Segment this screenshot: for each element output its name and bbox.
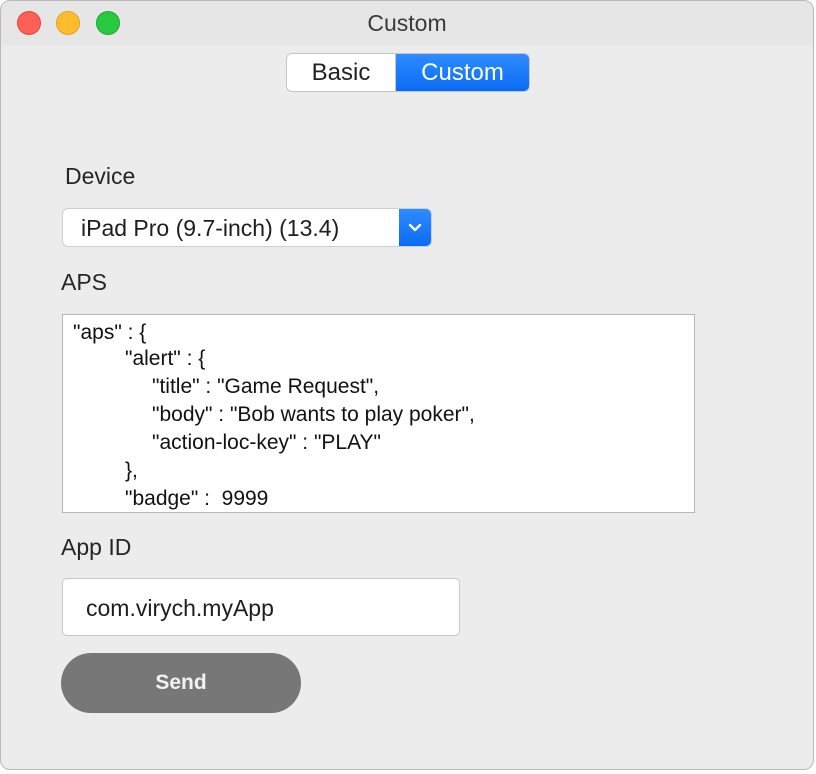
device-select[interactable]: iPad Pro (9.7-inch) (13.4) [62, 208, 432, 247]
device-label: Device [65, 163, 136, 189]
app-id-input[interactable]: com.virych.myApp [62, 578, 460, 636]
title-bar: Custom [1, 1, 813, 45]
aps-line: "title" : "Game Request", [152, 375, 380, 398]
aps-line: "alert" : { [125, 347, 206, 370]
aps-label: APS [61, 269, 108, 295]
window-title: Custom [367, 10, 447, 36]
app-window: Custom Basic Custom Device iPad Pro (9.7… [0, 0, 814, 770]
aps-line: "body" : "Bob wants to play poker", [152, 403, 475, 426]
send-button[interactable]: Send [61, 653, 301, 713]
aps-line: }, [125, 459, 138, 482]
chevron-down-icon [408, 223, 422, 231]
select-arrow-button[interactable] [399, 209, 431, 246]
aps-line: "badge" : 9999 [125, 487, 269, 510]
app-id-label: App ID [61, 534, 132, 560]
aps-line: "action-loc-key" : "PLAY" [152, 431, 382, 454]
tab-basic[interactable]: Basic [287, 54, 396, 91]
app-id-value: com.virych.myApp [86, 595, 274, 621]
aps-line: "aps" : { [73, 321, 147, 344]
tab-custom[interactable]: Custom [396, 54, 529, 91]
mode-segmented-control: Basic Custom [286, 53, 530, 92]
device-select-value: iPad Pro (9.7-inch) (13.4) [81, 215, 340, 241]
aps-payload-textarea[interactable]: "aps" : { "alert" : { "title" : "Game Re… [62, 314, 695, 513]
